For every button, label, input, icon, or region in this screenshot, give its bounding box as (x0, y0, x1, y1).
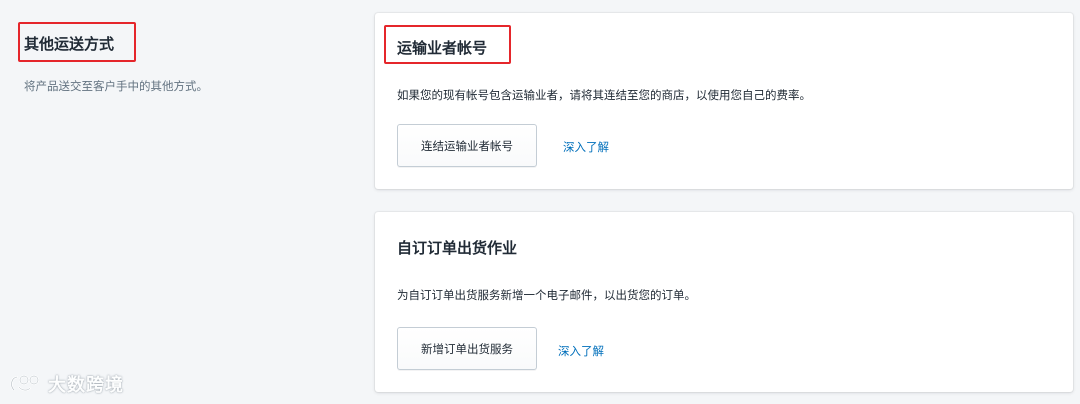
learn-more-link[interactable]: 深入了解 (558, 343, 604, 359)
learn-more-link[interactable]: 深入了解 (563, 139, 609, 155)
fulfillment-card-title: 自订订单出货作业 (397, 239, 518, 257)
watermark-text: 大数跨境 (48, 375, 124, 396)
section-description: 将产品送交至客户手中的其他方式。 (24, 79, 208, 93)
watermark: 大数跨境 (8, 370, 124, 398)
custom-fulfillment-card: 自订订单出货作业 为自订订单出货服务新增一个电子邮件，以出货您的订单。 新增订单… (375, 212, 1073, 392)
logo-icon (10, 375, 39, 392)
carrier-card-text: 如果您的现有帐号包含运输业者，请将其连结至您的商店，以使用您自己的费率。 (397, 88, 811, 102)
connect-carrier-button[interactable]: 连结运输业者帐号 (397, 124, 537, 167)
annotation-highlight-box (384, 25, 511, 64)
add-fulfillment-service-button[interactable]: 新增订单出货服务 (397, 327, 537, 370)
annotation-highlight-box (18, 22, 136, 62)
fulfillment-card-text: 为自订订单出货服务新增一个电子邮件，以出货您的订单。 (397, 288, 696, 302)
